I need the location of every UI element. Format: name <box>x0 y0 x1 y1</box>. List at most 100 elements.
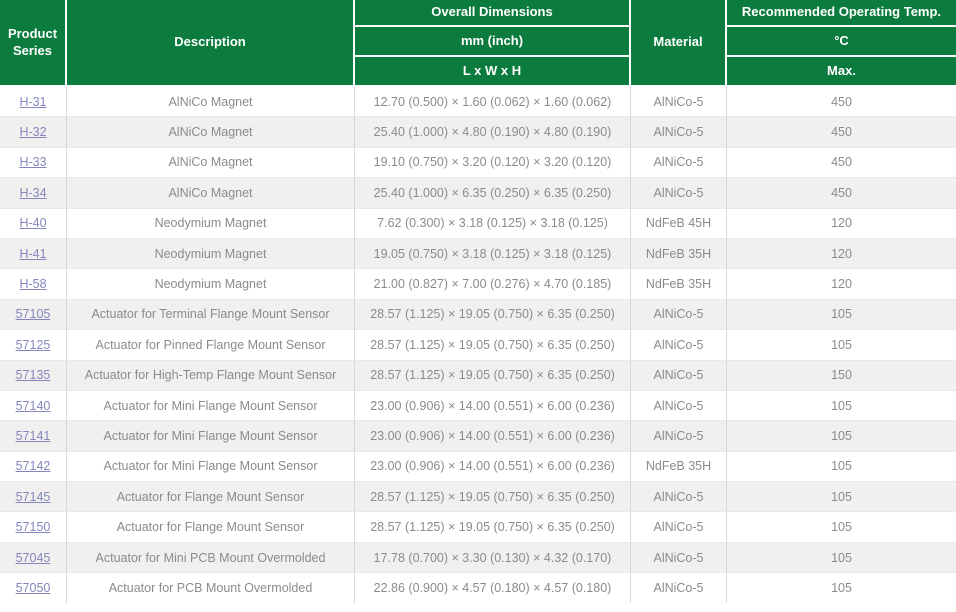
product-series-cell: 57141 <box>0 420 67 450</box>
description-cell: AlNiCo Magnet <box>67 147 355 177</box>
temp-max-cell: 105 <box>727 299 956 329</box>
product-series-link[interactable]: 57141 <box>16 429 51 443</box>
col-header-overall-dimensions: Overall Dimensions <box>355 0 631 27</box>
table-row: H-41Neodymium Magnet19.05 (0.750) × 3.18… <box>0 238 956 268</box>
table-row: H-33 AlNiCo Magnet19.10 (0.750) × 3.20 (0… <box>0 147 956 177</box>
description-cell: Actuator for Mini PCB Mount Overmolded <box>67 542 355 572</box>
product-series-cell: 57142 <box>0 451 67 481</box>
description-cell: Actuator for PCB Mount Overmolded <box>67 572 355 602</box>
product-series-cell: H-31 <box>0 87 67 116</box>
product-series-cell: 57105 <box>0 299 67 329</box>
product-series-link[interactable]: 57135 <box>16 368 51 382</box>
dimensions-cell: 19.10 (0.750) × 3.20 (0.120) × 3.20 (0.1… <box>355 147 631 177</box>
product-series-link[interactable]: 57150 <box>16 520 51 534</box>
description-cell: Actuator for Terminal Flange Mount Senso… <box>67 299 355 329</box>
table-row: 57145Actuator for Flange Mount Sensor28.… <box>0 481 956 511</box>
temp-max-cell: 120 <box>727 268 956 298</box>
table-header: Product Series Description Overall Dimen… <box>0 0 956 87</box>
product-series-link[interactable]: 57140 <box>16 399 51 413</box>
material-cell: AlNiCo-5 <box>631 542 727 572</box>
product-series-link[interactable]: H-33 <box>19 155 46 169</box>
table-row: H-32 AlNiCo Magnet25.40 (1.000) × 4.80 (0… <box>0 116 956 146</box>
dimensions-cell: 19.05 (0.750) × 3.18 (0.125) × 3.18 (0.1… <box>355 238 631 268</box>
temp-max-cell: 105 <box>727 481 956 511</box>
material-cell: AlNiCo-5 <box>631 481 727 511</box>
col-header-mm-inch: mm (inch) <box>355 27 631 57</box>
col-header-description: Description <box>67 0 355 87</box>
product-series-link[interactable]: H-32 <box>19 125 46 139</box>
product-series-cell: 57125 <box>0 329 67 359</box>
table-row: 57105 Actuator for Terminal Flange Mount … <box>0 299 956 329</box>
table-row: H-31AlNiCo Magnet12.70 (0.500) × 1.60 (0… <box>0 87 956 116</box>
description-cell: Actuator for Flange Mount Sensor <box>67 481 355 511</box>
material-cell: AlNiCo-5 <box>631 360 727 390</box>
col-header-material: Material <box>631 0 727 87</box>
material-cell: AlNiCo-5 <box>631 329 727 359</box>
material-cell: AlNiCo-5 <box>631 177 727 207</box>
table-row: H-58 Neodymium Magnet21.00 (0.827) × 7.00… <box>0 268 956 298</box>
product-series-link[interactable]: H-34 <box>19 186 46 200</box>
temp-max-cell: 450 <box>727 87 956 116</box>
material-cell: AlNiCo-5 <box>631 511 727 541</box>
material-cell: NdFeB 35H <box>631 451 727 481</box>
product-series-link[interactable]: 57145 <box>16 490 51 504</box>
temp-max-cell: 450 <box>727 177 956 207</box>
product-series-cell: H-41 <box>0 238 67 268</box>
dimensions-cell: 12.70 (0.500) × 1.60 (0.062) × 1.60 (0.0… <box>355 87 631 116</box>
dimensions-cell: 17.78 (0.700) × 3.30 (0.130) × 4.32 (0.1… <box>355 542 631 572</box>
product-series-link[interactable]: H-41 <box>19 247 46 261</box>
col-header-temp-unit: °C <box>727 27 956 57</box>
product-series-link[interactable]: 57050 <box>16 581 51 595</box>
material-cell: AlNiCo-5 <box>631 147 727 177</box>
dimensions-cell: 28.57 (1.125) × 19.05 (0.750) × 6.35 (0.… <box>355 329 631 359</box>
product-series-cell: H-33 <box>0 147 67 177</box>
material-cell: AlNiCo-5 <box>631 572 727 602</box>
material-cell: NdFeB 45H <box>631 208 727 238</box>
col-header-lwh: L x W x H <box>355 57 631 87</box>
dimensions-cell: 23.00 (0.906) × 14.00 (0.551) × 6.00 (0.… <box>355 420 631 450</box>
dimensions-cell: 21.00 (0.827) × 7.00 (0.276) × 4.70 (0.1… <box>355 268 631 298</box>
description-cell: Neodymium Magnet <box>67 208 355 238</box>
dimensions-cell: 7.62 (0.300) × 3.18 (0.125) × 3.18 (0.12… <box>355 208 631 238</box>
table-row: 57142 Actuator for Mini Flange Mount Sens… <box>0 451 956 481</box>
product-series-cell: 57045 <box>0 542 67 572</box>
description-cell: AlNiCo Magnet <box>67 177 355 207</box>
temp-max-cell: 105 <box>727 511 956 541</box>
dimensions-cell: 28.57 (1.125) × 19.05 (0.750) × 6.35 (0.… <box>355 360 631 390</box>
temp-max-cell: 450 <box>727 116 956 146</box>
product-series-link[interactable]: H-31 <box>19 95 46 109</box>
table-row: 57125 Actuator for Pinned Flange Mount Se… <box>0 329 956 359</box>
material-cell: NdFeB 35H <box>631 238 727 268</box>
temp-max-cell: 105 <box>727 329 956 359</box>
product-series-link[interactable]: 57045 <box>16 551 51 565</box>
dimensions-cell: 25.40 (1.000) × 6.35 (0.250) × 6.35 (0.2… <box>355 177 631 207</box>
material-cell: AlNiCo-5 <box>631 299 727 329</box>
temp-max-cell: 450 <box>727 147 956 177</box>
description-cell: Actuator for Pinned Flange Mount Sensor <box>67 329 355 359</box>
description-cell: Actuator for Mini Flange Mount Sensor <box>67 451 355 481</box>
col-header-temp-max: Max. <box>727 57 956 87</box>
table-row: 57150Actuator for Flange Mount Sensor28.… <box>0 511 956 541</box>
product-series-link[interactable]: 57105 <box>16 307 51 321</box>
dimensions-cell: 22.86 (0.900) × 4.57 (0.180) × 4.57 (0.1… <box>355 572 631 602</box>
description-cell: Neodymium Magnet <box>67 268 355 298</box>
table-row: H-34 AlNiCo Magnet25.40 (1.000) × 6.35 (0… <box>0 177 956 207</box>
product-series-cell: H-32 <box>0 116 67 146</box>
temp-max-cell: 105 <box>727 572 956 602</box>
temp-max-cell: 150 <box>727 360 956 390</box>
temp-max-cell: 105 <box>727 451 956 481</box>
product-series-cell: H-58 <box>0 268 67 298</box>
description-cell: AlNiCo Magnet <box>67 116 355 146</box>
dimensions-cell: 23.00 (0.906) × 14.00 (0.551) × 6.00 (0.… <box>355 390 631 420</box>
table-row: 57141Actuator for Mini Flange Mount Sens… <box>0 420 956 450</box>
temp-max-cell: 120 <box>727 238 956 268</box>
product-series-link[interactable]: 57142 <box>16 459 51 473</box>
product-series-cell: 57050 <box>0 572 67 602</box>
product-series-link[interactable]: 57125 <box>16 338 51 352</box>
col-header-recommended-temp: Recommended Operating Temp. <box>727 0 956 27</box>
material-cell: AlNiCo-5 <box>631 116 727 146</box>
temp-max-cell: 120 <box>727 208 956 238</box>
dimensions-cell: 25.40 (1.000) × 4.80 (0.190) × 4.80 (0.1… <box>355 116 631 146</box>
product-series-link[interactable]: H-58 <box>19 277 46 291</box>
product-series-link[interactable]: H-40 <box>19 216 46 230</box>
